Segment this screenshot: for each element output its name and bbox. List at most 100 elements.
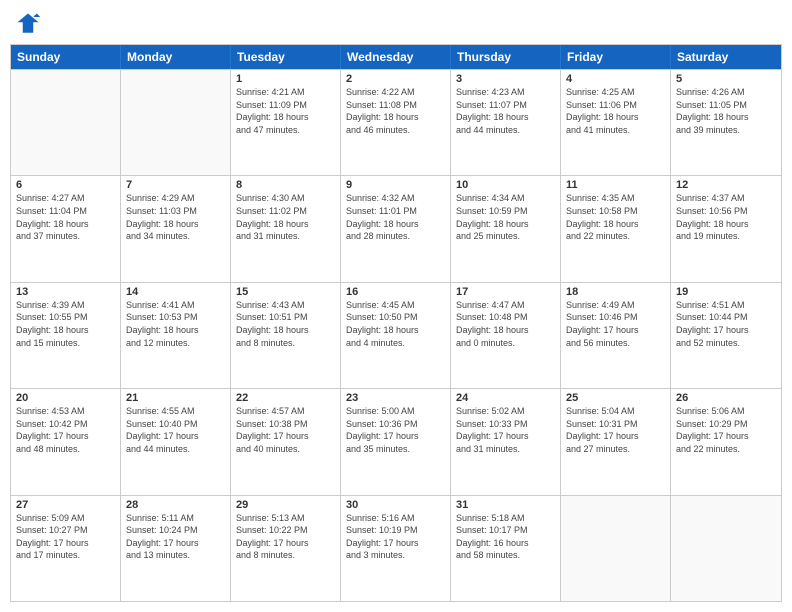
day-number: 20 xyxy=(16,392,115,404)
day-info: Sunrise: 4:53 AM Sunset: 10:42 PM Daylig… xyxy=(16,405,115,455)
calendar-day-10: 10Sunrise: 4:34 AM Sunset: 10:59 PM Dayl… xyxy=(451,176,561,281)
day-number: 1 xyxy=(236,73,335,85)
day-info: Sunrise: 5:11 AM Sunset: 10:24 PM Daylig… xyxy=(126,512,225,562)
calendar-day-29: 29Sunrise: 5:13 AM Sunset: 10:22 PM Dayl… xyxy=(231,496,341,601)
calendar-day-31: 31Sunrise: 5:18 AM Sunset: 10:17 PM Dayl… xyxy=(451,496,561,601)
header xyxy=(10,10,782,38)
day-number: 13 xyxy=(16,286,115,298)
calendar-body: 1Sunrise: 4:21 AM Sunset: 11:09 PM Dayli… xyxy=(11,69,781,601)
day-number: 22 xyxy=(236,392,335,404)
calendar-day-25: 25Sunrise: 5:04 AM Sunset: 10:31 PM Dayl… xyxy=(561,389,671,494)
calendar-day-11: 11Sunrise: 4:35 AM Sunset: 10:58 PM Dayl… xyxy=(561,176,671,281)
day-info: Sunrise: 5:09 AM Sunset: 10:27 PM Daylig… xyxy=(16,512,115,562)
day-number: 10 xyxy=(456,179,555,191)
weekday-header-sunday: Sunday xyxy=(11,45,121,69)
calendar-row-3: 20Sunrise: 4:53 AM Sunset: 10:42 PM Dayl… xyxy=(11,388,781,494)
calendar-day-21: 21Sunrise: 4:55 AM Sunset: 10:40 PM Dayl… xyxy=(121,389,231,494)
day-info: Sunrise: 5:02 AM Sunset: 10:33 PM Daylig… xyxy=(456,405,555,455)
day-info: Sunrise: 4:39 AM Sunset: 10:55 PM Daylig… xyxy=(16,299,115,349)
day-number: 16 xyxy=(346,286,445,298)
day-number: 26 xyxy=(676,392,776,404)
calendar-day-14: 14Sunrise: 4:41 AM Sunset: 10:53 PM Dayl… xyxy=(121,283,231,388)
calendar-day-8: 8Sunrise: 4:30 AM Sunset: 11:02 PM Dayli… xyxy=(231,176,341,281)
calendar-day-26: 26Sunrise: 5:06 AM Sunset: 10:29 PM Dayl… xyxy=(671,389,781,494)
day-info: Sunrise: 4:45 AM Sunset: 10:50 PM Daylig… xyxy=(346,299,445,349)
calendar-header: SundayMondayTuesdayWednesdayThursdayFrid… xyxy=(11,45,781,69)
day-number: 24 xyxy=(456,392,555,404)
day-info: Sunrise: 4:37 AM Sunset: 10:56 PM Daylig… xyxy=(676,192,776,242)
calendar-day-23: 23Sunrise: 5:00 AM Sunset: 10:36 PM Dayl… xyxy=(341,389,451,494)
day-info: Sunrise: 5:16 AM Sunset: 10:19 PM Daylig… xyxy=(346,512,445,562)
day-info: Sunrise: 4:57 AM Sunset: 10:38 PM Daylig… xyxy=(236,405,335,455)
day-info: Sunrise: 4:49 AM Sunset: 10:46 PM Daylig… xyxy=(566,299,665,349)
calendar-day-15: 15Sunrise: 4:43 AM Sunset: 10:51 PM Dayl… xyxy=(231,283,341,388)
day-number: 14 xyxy=(126,286,225,298)
weekday-header-friday: Friday xyxy=(561,45,671,69)
day-info: Sunrise: 4:43 AM Sunset: 10:51 PM Daylig… xyxy=(236,299,335,349)
calendar-day-12: 12Sunrise: 4:37 AM Sunset: 10:56 PM Dayl… xyxy=(671,176,781,281)
weekday-header-tuesday: Tuesday xyxy=(231,45,341,69)
calendar-row-1: 6Sunrise: 4:27 AM Sunset: 11:04 PM Dayli… xyxy=(11,175,781,281)
day-number: 2 xyxy=(346,73,445,85)
day-number: 29 xyxy=(236,499,335,511)
day-number: 3 xyxy=(456,73,555,85)
weekday-header-saturday: Saturday xyxy=(671,45,781,69)
calendar-day-13: 13Sunrise: 4:39 AM Sunset: 10:55 PM Dayl… xyxy=(11,283,121,388)
day-info: Sunrise: 4:34 AM Sunset: 10:59 PM Daylig… xyxy=(456,192,555,242)
calendar: SundayMondayTuesdayWednesdayThursdayFrid… xyxy=(10,44,782,602)
day-number: 8 xyxy=(236,179,335,191)
day-number: 17 xyxy=(456,286,555,298)
weekday-header-thursday: Thursday xyxy=(451,45,561,69)
day-info: Sunrise: 4:55 AM Sunset: 10:40 PM Daylig… xyxy=(126,405,225,455)
day-info: Sunrise: 5:04 AM Sunset: 10:31 PM Daylig… xyxy=(566,405,665,455)
day-number: 18 xyxy=(566,286,665,298)
calendar-day-4: 4Sunrise: 4:25 AM Sunset: 11:06 PM Dayli… xyxy=(561,70,671,175)
day-info: Sunrise: 4:25 AM Sunset: 11:06 PM Daylig… xyxy=(566,86,665,136)
day-number: 6 xyxy=(16,179,115,191)
calendar-empty-cell xyxy=(11,70,121,175)
day-number: 7 xyxy=(126,179,225,191)
logo xyxy=(14,10,44,38)
calendar-day-19: 19Sunrise: 4:51 AM Sunset: 10:44 PM Dayl… xyxy=(671,283,781,388)
calendar-day-16: 16Sunrise: 4:45 AM Sunset: 10:50 PM Dayl… xyxy=(341,283,451,388)
page: SundayMondayTuesdayWednesdayThursdayFrid… xyxy=(0,0,792,612)
day-info: Sunrise: 4:51 AM Sunset: 10:44 PM Daylig… xyxy=(676,299,776,349)
day-info: Sunrise: 5:00 AM Sunset: 10:36 PM Daylig… xyxy=(346,405,445,455)
calendar-day-18: 18Sunrise: 4:49 AM Sunset: 10:46 PM Dayl… xyxy=(561,283,671,388)
day-info: Sunrise: 4:32 AM Sunset: 11:01 PM Daylig… xyxy=(346,192,445,242)
day-info: Sunrise: 4:26 AM Sunset: 11:05 PM Daylig… xyxy=(676,86,776,136)
day-number: 25 xyxy=(566,392,665,404)
day-number: 31 xyxy=(456,499,555,511)
day-info: Sunrise: 4:35 AM Sunset: 10:58 PM Daylig… xyxy=(566,192,665,242)
day-info: Sunrise: 4:23 AM Sunset: 11:07 PM Daylig… xyxy=(456,86,555,136)
day-number: 21 xyxy=(126,392,225,404)
day-number: 30 xyxy=(346,499,445,511)
day-number: 28 xyxy=(126,499,225,511)
day-number: 23 xyxy=(346,392,445,404)
calendar-day-2: 2Sunrise: 4:22 AM Sunset: 11:08 PM Dayli… xyxy=(341,70,451,175)
day-info: Sunrise: 4:47 AM Sunset: 10:48 PM Daylig… xyxy=(456,299,555,349)
day-info: Sunrise: 5:18 AM Sunset: 10:17 PM Daylig… xyxy=(456,512,555,562)
calendar-day-1: 1Sunrise: 4:21 AM Sunset: 11:09 PM Dayli… xyxy=(231,70,341,175)
day-number: 4 xyxy=(566,73,665,85)
calendar-day-17: 17Sunrise: 4:47 AM Sunset: 10:48 PM Dayl… xyxy=(451,283,561,388)
day-number: 11 xyxy=(566,179,665,191)
calendar-empty-cell xyxy=(561,496,671,601)
calendar-row-4: 27Sunrise: 5:09 AM Sunset: 10:27 PM Dayl… xyxy=(11,495,781,601)
calendar-day-24: 24Sunrise: 5:02 AM Sunset: 10:33 PM Dayl… xyxy=(451,389,561,494)
day-number: 19 xyxy=(676,286,776,298)
day-number: 5 xyxy=(676,73,776,85)
day-info: Sunrise: 4:29 AM Sunset: 11:03 PM Daylig… xyxy=(126,192,225,242)
calendar-empty-cell xyxy=(671,496,781,601)
calendar-day-9: 9Sunrise: 4:32 AM Sunset: 11:01 PM Dayli… xyxy=(341,176,451,281)
calendar-day-30: 30Sunrise: 5:16 AM Sunset: 10:19 PM Dayl… xyxy=(341,496,451,601)
calendar-row-0: 1Sunrise: 4:21 AM Sunset: 11:09 PM Dayli… xyxy=(11,69,781,175)
calendar-day-3: 3Sunrise: 4:23 AM Sunset: 11:07 PM Dayli… xyxy=(451,70,561,175)
calendar-day-27: 27Sunrise: 5:09 AM Sunset: 10:27 PM Dayl… xyxy=(11,496,121,601)
calendar-day-6: 6Sunrise: 4:27 AM Sunset: 11:04 PM Dayli… xyxy=(11,176,121,281)
calendar-empty-cell xyxy=(121,70,231,175)
day-number: 27 xyxy=(16,499,115,511)
day-info: Sunrise: 4:41 AM Sunset: 10:53 PM Daylig… xyxy=(126,299,225,349)
calendar-day-22: 22Sunrise: 4:57 AM Sunset: 10:38 PM Dayl… xyxy=(231,389,341,494)
day-number: 15 xyxy=(236,286,335,298)
